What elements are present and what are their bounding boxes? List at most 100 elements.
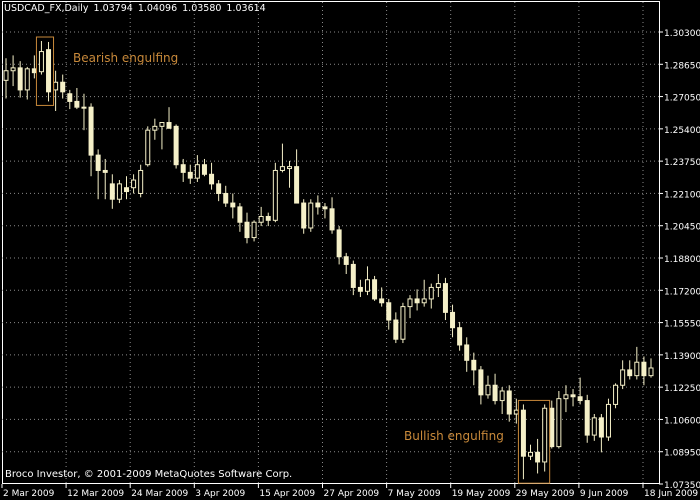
candle-body-bearish [322,206,328,210]
candle-body-bearish [450,311,456,329]
candle-body-bullish [308,202,314,229]
candle-body-bullish [38,51,44,73]
candle-body-bearish [237,206,243,223]
chart-header: USDCAD_FX,Daily 1.03794 1.04096 1.03580 1.03… [4,3,271,14]
candle-body-bullish [364,279,370,292]
x-tick-label: 27 Apr 2009 [324,489,380,499]
candle-body-bearish [471,359,477,371]
candle-body-bullish [563,394,569,400]
candle-body-bullish [10,67,16,72]
candle-body-bullish [287,166,293,170]
candle-body-bullish [613,384,619,405]
x-tick-label: 12 Mar 2009 [67,489,124,499]
candle-body-bearish [166,122,172,129]
candle-body-bullish [279,166,285,171]
candle-body-bullish [116,183,122,200]
candle-body-bearish [265,215,271,221]
candle-body-bullish [53,81,59,91]
x-tick-label: 24 Mar 2009 [131,489,188,499]
candle-body-bearish [372,279,378,300]
candle-body-bearish [457,327,463,346]
ohlc-close: 1.03614 [226,3,266,14]
x-tick-label: 18 Jun 2009 [644,489,698,499]
candle-body-bearish [336,229,342,258]
candle-body-bullish [556,398,562,448]
candle-body-bearish [379,298,385,304]
x-tick-label: 15 Apr 2009 [259,489,315,499]
candle-body-bearish [109,183,115,200]
candle-body-bullish [81,106,87,109]
candle-body-bearish [350,263,356,288]
candle-body-bearish [294,166,300,204]
y-tick-label: 1.17200 [664,287,700,297]
candle-body-bearish [216,183,222,194]
candle-body-bearish [95,154,101,171]
candle-body-bearish [74,100,80,108]
x-tick-label: 7 May 2009 [388,489,441,499]
candle-body-bullish [648,367,654,377]
candle-body-bearish [17,67,23,91]
candle-body-bullish [421,298,427,304]
candle-body-bearish [598,417,604,438]
y-tick-label: 1.30300 [664,29,700,39]
y-tick-label: 1.18800 [664,255,700,265]
y-tick-label: 1.08950 [664,449,700,459]
candle-body-bearish [201,164,207,175]
candle-body-bullish [159,122,165,127]
x-tick-label: 2 Mar 2009 [3,489,55,499]
candle-body-bullish [407,298,413,308]
candle-body-bearish [301,202,307,229]
candle-body-bullish [620,369,626,386]
y-tick-label: 1.12250 [664,384,700,394]
candle-body-bearish [641,361,647,377]
candle-body-bearish [570,394,576,398]
ohlc-low: 1.03580 [182,3,222,14]
candle-body-bullish [528,451,534,457]
candle-body-bullish [542,407,548,463]
y-tick-label: 1.15550 [664,320,700,330]
price-chart[interactable]: 1.30300 1.28650 1.27050 1.25400 1.23750 1.221… [0,0,700,500]
candle-body-bearish [230,202,236,208]
candle-body-bullish [400,306,406,340]
candle-body-bullish [428,286,434,300]
candle-body-bearish [506,390,512,415]
y-tick-label: 1.23750 [664,158,700,168]
x-tick-label: 9 Jun 2009 [580,489,629,499]
candle-body-bullish [634,361,640,377]
candle-body-bullish [485,384,491,396]
candle-body-bearish [329,208,335,231]
candle-body-bearish [244,221,250,239]
candle-body-bearish [357,286,363,292]
y-tick-label: 1.28650 [664,61,700,71]
candle-body-bullish [258,215,264,223]
candle-body-bearish [187,171,193,179]
ohlc-open: 1.03794 [93,3,133,14]
bearish-engulfing-label: Bearish engulfing [73,51,179,65]
candle-body-bearish [584,400,590,436]
candle-body-bearish [123,187,129,193]
candle-body-bearish [478,369,484,396]
candle-body-bullish [152,125,158,131]
y-tick-label: 1.13900 [664,352,700,362]
candle-body-bearish [414,298,420,304]
y-tick-label: 1.25400 [664,126,700,136]
y-tick-label: 1.20450 [664,223,700,233]
candle-body-bearish [173,125,179,166]
candle-body-bearish [209,173,215,185]
candle-body-bearish [627,369,633,377]
y-tick-label: 1.10600 [664,416,700,426]
ohlc-high: 1.04096 [137,3,178,14]
candle-body-bearish [535,451,541,463]
candle-body-bullish [435,283,441,288]
candle-body-bullish [138,169,144,194]
bullish-engulfing-label: Bullish engulfing [404,429,504,443]
candle-body-bearish [549,407,555,448]
candle-body-bullish [591,417,597,436]
candle-body-bullish [3,70,9,81]
candle-body-bearish [67,93,73,102]
candle-body-bearish [577,396,583,402]
candle-body-bearish [386,302,392,321]
candle-body-bullish [131,179,137,189]
candle-body-bearish [88,106,94,156]
x-tick-label: 19 May 2009 [452,489,511,499]
